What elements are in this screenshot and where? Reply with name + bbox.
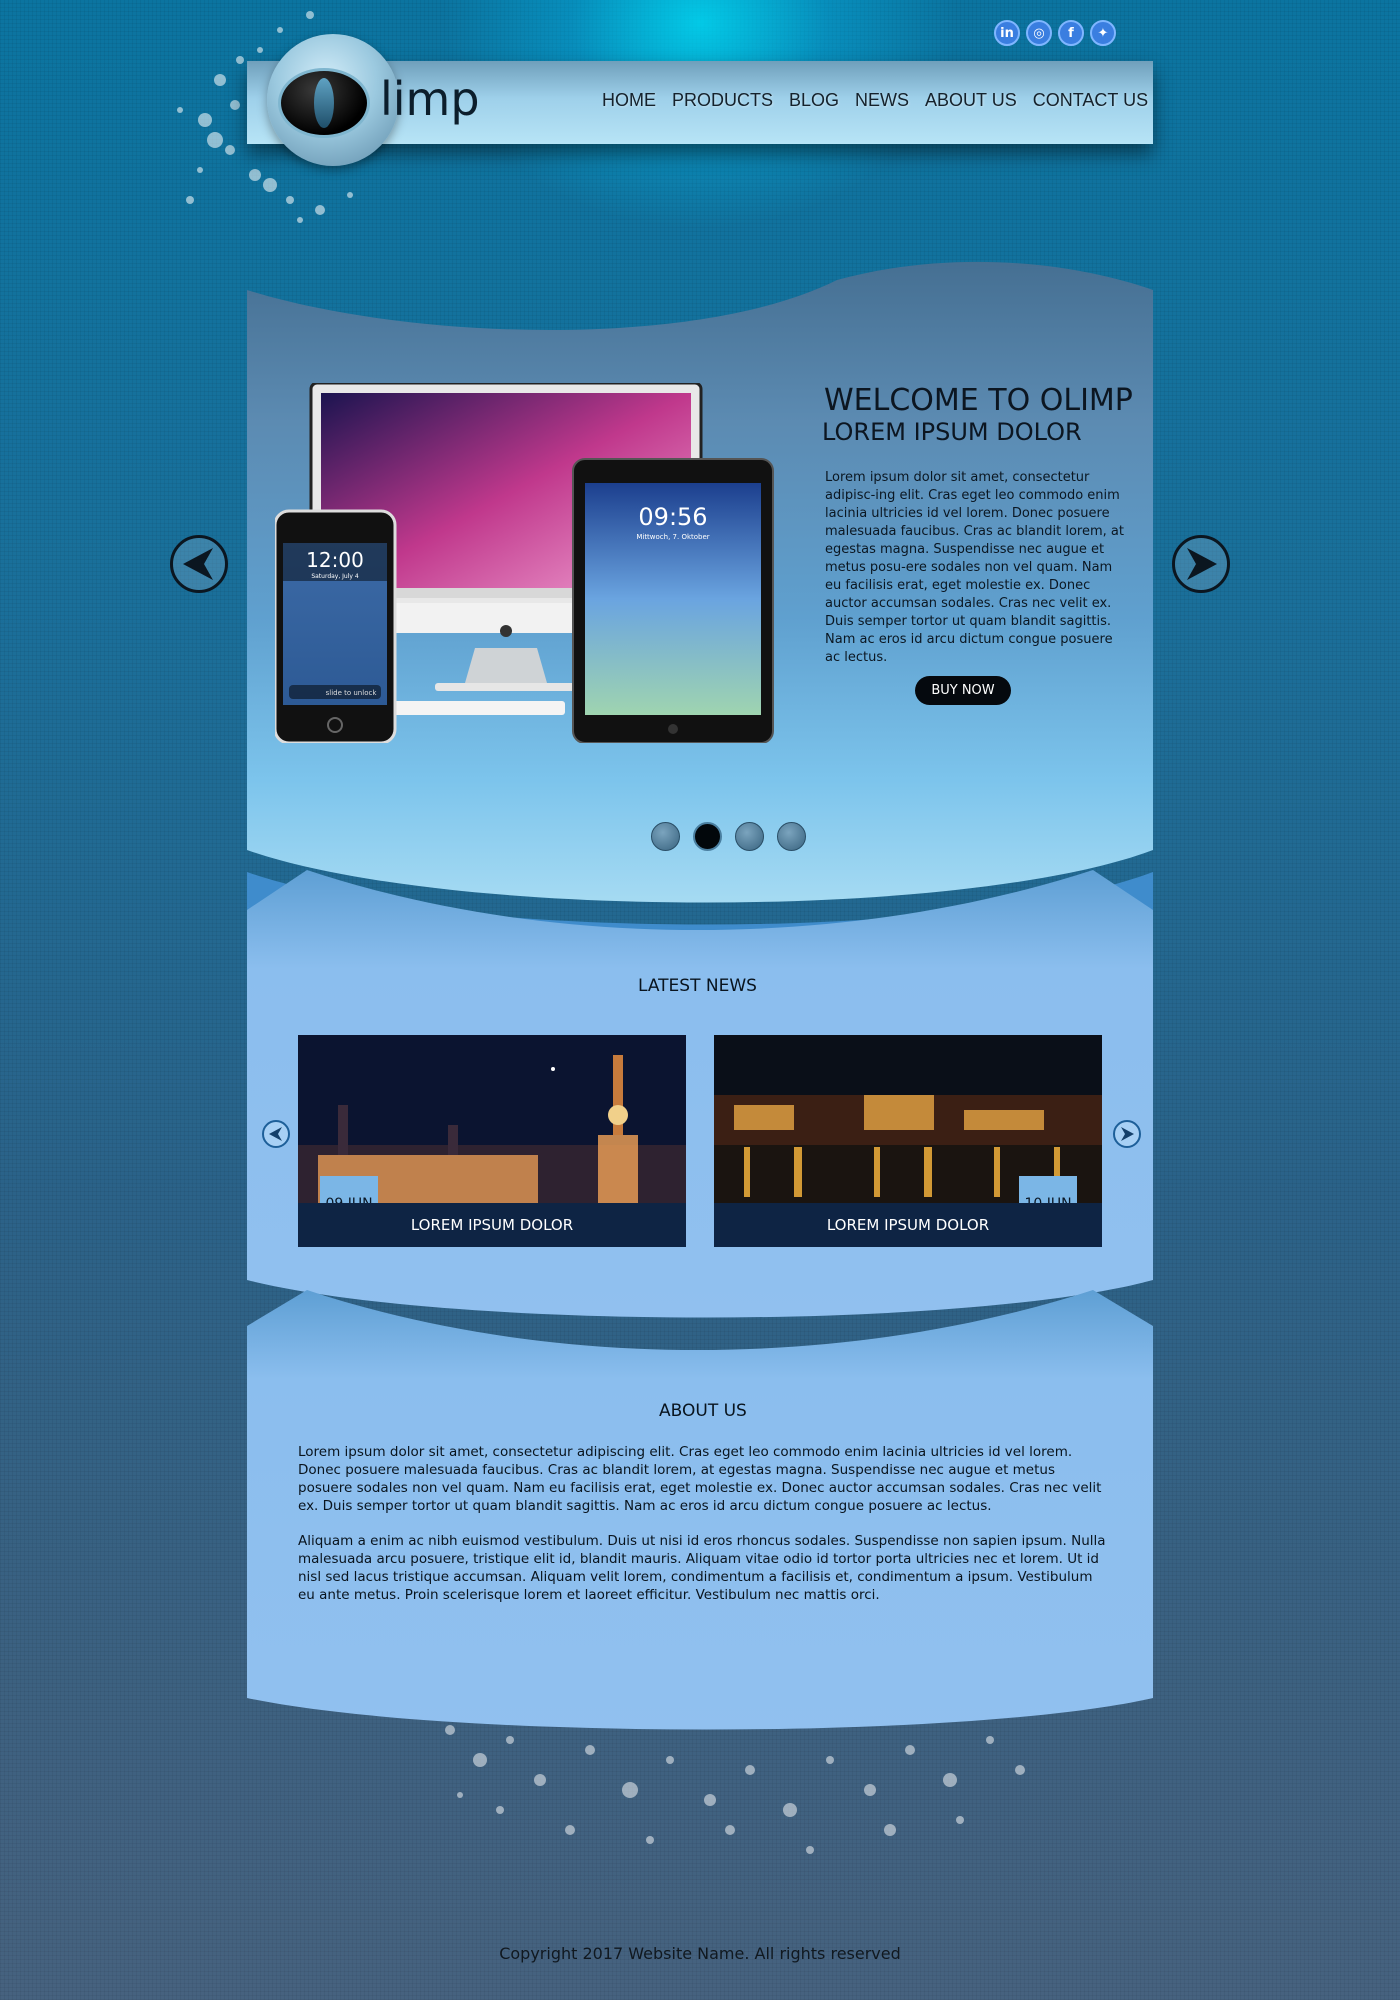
- slider-dot-3[interactable]: [735, 822, 764, 851]
- nav-blog[interactable]: BLOG: [789, 90, 839, 111]
- arrow-right-icon: [1187, 548, 1217, 580]
- nav-products[interactable]: PRODUCTS: [672, 90, 773, 111]
- news-caption: LOREM IPSUM DOLOR: [298, 1203, 686, 1247]
- hero-description: Lorem ipsum dolor sit amet, consectetur …: [825, 470, 1124, 665]
- social-links: in ◎ f ✦: [994, 20, 1116, 46]
- footer-copyright: Copyright 2017 Website Name. All rights …: [499, 1944, 901, 1963]
- slider-next-button[interactable]: [1172, 535, 1230, 593]
- news-prev-button[interactable]: [262, 1120, 290, 1148]
- hero-subtitle: LOREM IPSUM DOLOR: [822, 418, 1082, 446]
- arrow-left-icon: [269, 1127, 282, 1141]
- phone-time: 12:00: [306, 548, 364, 572]
- slider-dot-1[interactable]: [651, 822, 680, 851]
- twitter-icon[interactable]: ✦: [1090, 20, 1116, 46]
- nav-about-us[interactable]: ABOUT US: [925, 90, 1017, 111]
- news-card[interactable]: 09 JUN LOREM IPSUM DOLOR: [298, 1035, 686, 1247]
- phone-unlock: slide to unlock: [326, 689, 378, 697]
- linkedin-icon[interactable]: in: [994, 20, 1020, 46]
- about-us-title: ABOUT US: [659, 1401, 747, 1421]
- news-card[interactable]: 10 JUN LOREM IPSUM DOLOR: [714, 1035, 1102, 1247]
- about-paragraph-2: Aliquam a enim ac nibh euismod vestibulu…: [298, 1533, 1106, 1603]
- slider-dot-2[interactable]: [693, 822, 722, 851]
- nav-contact-us[interactable]: CONTACT US: [1033, 90, 1148, 111]
- arrow-right-icon: [1121, 1127, 1134, 1141]
- tablet-date: Mittwoch, 7. Oktober: [636, 533, 709, 541]
- main-nav: HOME PRODUCTS BLOG NEWS ABOUT US CONTACT…: [602, 90, 1148, 111]
- devices-image: 09:56 Mittwoch, 7. Oktober 12:00 Saturda…: [275, 383, 774, 743]
- nav-news[interactable]: NEWS: [855, 90, 909, 111]
- nav-home[interactable]: HOME: [602, 90, 656, 111]
- tablet-time: 09:56: [638, 503, 707, 531]
- slider-pagination: [651, 822, 806, 851]
- instagram-icon[interactable]: ◎: [1026, 20, 1052, 46]
- buy-now-button[interactable]: BUY NOW: [915, 676, 1011, 705]
- latest-news-title: LATEST NEWS: [638, 976, 757, 996]
- about-paragraph-1: Lorem ipsum dolor sit amet, consectetur …: [298, 1444, 1102, 1514]
- news-next-button[interactable]: [1113, 1120, 1141, 1148]
- slider-dot-4[interactable]: [777, 822, 806, 851]
- arrow-left-icon: [183, 548, 213, 580]
- hero-title: WELCOME TO OLIMP: [824, 383, 1133, 418]
- slider-prev-button[interactable]: [170, 535, 228, 593]
- news-caption: LOREM IPSUM DOLOR: [714, 1203, 1102, 1247]
- logo-text[interactable]: limp: [380, 72, 480, 126]
- facebook-icon[interactable]: f: [1058, 20, 1084, 46]
- logo-mark[interactable]: [278, 68, 370, 138]
- phone-date: Saturday, July 4: [311, 573, 359, 580]
